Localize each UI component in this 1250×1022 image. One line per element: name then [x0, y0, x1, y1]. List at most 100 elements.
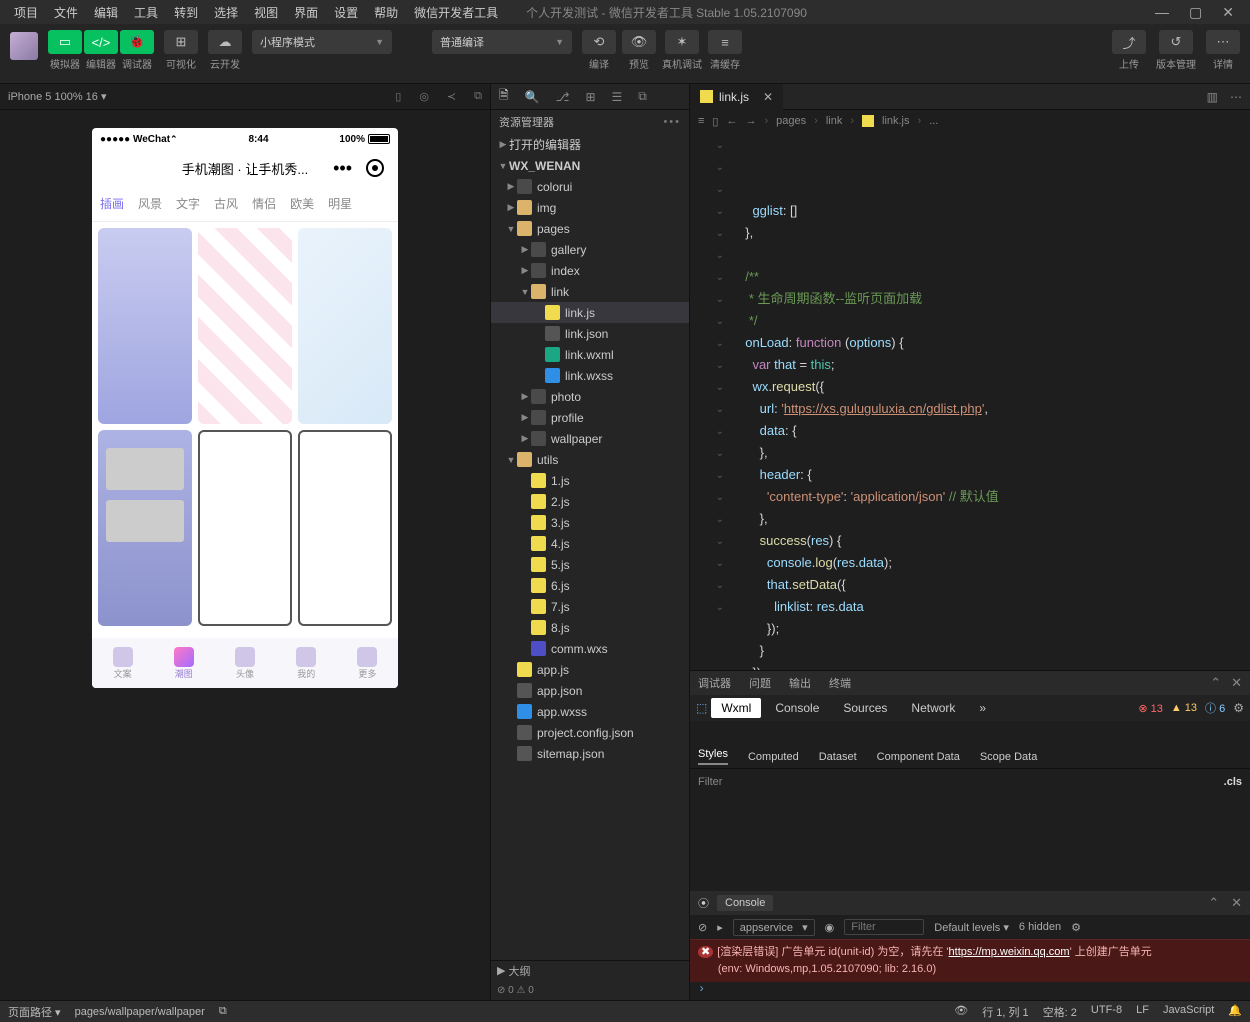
eye-icon[interactable]: ◉ [825, 921, 835, 934]
copy-path-icon[interactable]: ⧉ [219, 1005, 227, 1018]
console-prompt[interactable]: › [690, 982, 1250, 1000]
tree-node[interactable]: ▼pages [491, 218, 689, 239]
styles-tab[interactable]: Computed [748, 751, 799, 763]
tree-node[interactable]: comm.wxs [491, 638, 689, 659]
编译-button[interactable]: ⟲ [582, 30, 616, 54]
nav-item[interactable]: 文案 [92, 638, 153, 688]
outline-section[interactable]: ▶ 大纲 [491, 960, 689, 980]
menu-item[interactable]: 工具 [126, 4, 166, 21]
share-icon[interactable]: ≺ [447, 90, 456, 103]
console-toggle-icon[interactable]: ⦿ [698, 895, 709, 911]
tree-node[interactable]: project.config.json [491, 722, 689, 743]
tree-node[interactable]: ▶index [491, 260, 689, 281]
category-tab[interactable]: 欧美 [290, 195, 314, 212]
category-tab[interactable]: 文字 [176, 195, 200, 212]
tree-node[interactable]: sitemap.json [491, 743, 689, 764]
console-collapse-icon[interactable]: ⌃ [1208, 895, 1219, 911]
真机调试-button[interactable]: ✶ [665, 30, 699, 54]
menu-item[interactable]: 视图 [246, 4, 286, 21]
menu-item[interactable]: 转到 [166, 4, 206, 21]
nav-item[interactable]: 潮图 [153, 638, 214, 688]
editor-tab[interactable]: link.js ✕ [690, 84, 783, 110]
editor-more-icon[interactable]: ⋯ [1230, 90, 1242, 104]
上传-button[interactable]: ⤴ [1112, 30, 1146, 54]
tree-node[interactable]: ▼utils [491, 449, 689, 470]
mode-dropdown[interactable]: 小程序模式▼ [252, 30, 392, 54]
devtools-close-icon[interactable]: ✕ [1231, 675, 1242, 691]
target-icon[interactable]: ◎ [419, 90, 429, 103]
breadcrumb[interactable]: ≡ ▯ ← → › pages› link› link.js› ... [690, 110, 1250, 132]
hidden-count[interactable]: 6 hidden [1019, 921, 1061, 933]
category-tab[interactable]: 风景 [138, 195, 162, 212]
category-tab[interactable]: 明星 [328, 195, 352, 212]
bell-icon[interactable]: 🔔 [1228, 1004, 1242, 1020]
styles-filter[interactable]: Filter [698, 776, 722, 788]
bookmark-icon[interactable]: ▯ [712, 115, 718, 128]
phone-icon[interactable]: ▯ [395, 90, 401, 103]
menu-item[interactable]: 选择 [206, 4, 246, 21]
close-tab-icon[interactable]: ✕ [763, 90, 773, 104]
sources-tab[interactable]: Sources [833, 698, 897, 718]
wallpaper-card[interactable] [298, 430, 392, 626]
devtool-tab[interactable]: 终端 [829, 675, 851, 691]
tree-node[interactable]: 8.js [491, 617, 689, 638]
menu-item[interactable]: 微信开发者工具 [406, 4, 506, 21]
tree-node[interactable]: ▶gallery [491, 239, 689, 260]
clear-console-icon[interactable]: ⊘ [698, 921, 707, 934]
more-icon[interactable]: ☰ [612, 90, 623, 104]
menu-item[interactable]: 设置 [326, 4, 366, 21]
more-tabs[interactable]: » [969, 698, 996, 718]
device-selector[interactable]: iPhone 5 100% 16 ▾ [8, 90, 106, 103]
wallpaper-card[interactable] [198, 228, 292, 424]
eol[interactable]: LF [1136, 1004, 1149, 1020]
category-tab[interactable]: 古风 [214, 195, 238, 212]
language[interactable]: JavaScript [1163, 1004, 1214, 1020]
tree-node[interactable]: link.json [491, 323, 689, 344]
code-editor[interactable]: ⌄⌄⌄⌄⌄⌄⌄⌄⌄⌄⌄⌄⌄⌄⌄⌄⌄⌄⌄⌄⌄⌄ gglist: [] }, /**… [690, 132, 1250, 670]
compile-dropdown[interactable]: 普通编译▼ [432, 30, 572, 54]
styles-tab[interactable]: Scope Data [980, 751, 1037, 763]
category-tab[interactable]: 插画 [100, 195, 124, 212]
toggle-icon[interactable]: ≡ [698, 115, 704, 127]
console-drawer-tab[interactable]: Console [717, 895, 773, 911]
collapse-icon[interactable]: ⌃ [1210, 675, 1221, 691]
console-tab[interactable]: Console [765, 698, 829, 718]
nav-item[interactable]: 我的 [276, 638, 337, 688]
tree-node[interactable]: app.json [491, 680, 689, 701]
tree-node[interactable]: 2.js [491, 491, 689, 512]
network-tab[interactable]: Network [901, 698, 965, 718]
menu-item[interactable]: 编辑 [86, 4, 126, 21]
opened-editors-section[interactable]: ▶打开的编辑器 [491, 134, 689, 155]
wallpaper-card[interactable] [98, 430, 192, 626]
menu-item[interactable]: 界面 [286, 4, 326, 21]
tree-node[interactable]: ▶profile [491, 407, 689, 428]
tree-node[interactable]: link.wxml [491, 344, 689, 365]
styles-tab[interactable]: Styles [698, 748, 728, 765]
tree-node[interactable]: ▶colorui [491, 176, 689, 197]
cls-toggle[interactable]: .cls [1224, 776, 1242, 788]
wallpaper-card[interactable] [298, 228, 392, 424]
tree-node[interactable]: 5.js [491, 554, 689, 575]
menu-item[interactable]: 文件 [46, 4, 86, 21]
tree-node[interactable]: link.wxss [491, 365, 689, 386]
tree-node[interactable]: 7.js [491, 596, 689, 617]
page-path-value[interactable]: pages/wallpaper/wallpaper [75, 1006, 205, 1018]
tree-node[interactable]: 3.js [491, 512, 689, 533]
wallpaper-card[interactable] [98, 228, 192, 424]
back-icon[interactable]: ← [726, 115, 737, 127]
console-close-icon[interactable]: ✕ [1231, 895, 1242, 911]
editor-button[interactable]: </> [84, 30, 118, 54]
nav-item[interactable]: 头像 [214, 638, 275, 688]
eye-icon[interactable]: 👁 [954, 1004, 968, 1020]
inspect-icon[interactable]: ⬚ [696, 701, 707, 715]
cursor-pos[interactable]: 行 1, 列 1 [982, 1004, 1028, 1020]
tree-node[interactable]: app.wxss [491, 701, 689, 722]
ext-icon[interactable]: ⊞ [585, 90, 595, 104]
tree-node[interactable]: ▶wallpaper [491, 428, 689, 449]
wxml-tab[interactable]: Wxml [711, 698, 761, 718]
console-settings-icon[interactable]: ⚙ [1071, 921, 1081, 934]
visual-button[interactable]: ⊞ [164, 30, 198, 54]
page-path-label[interactable]: 页面路径 ▾ [8, 1004, 61, 1020]
forward-icon[interactable]: → [745, 115, 756, 127]
minimize-icon[interactable]: — [1155, 4, 1169, 21]
